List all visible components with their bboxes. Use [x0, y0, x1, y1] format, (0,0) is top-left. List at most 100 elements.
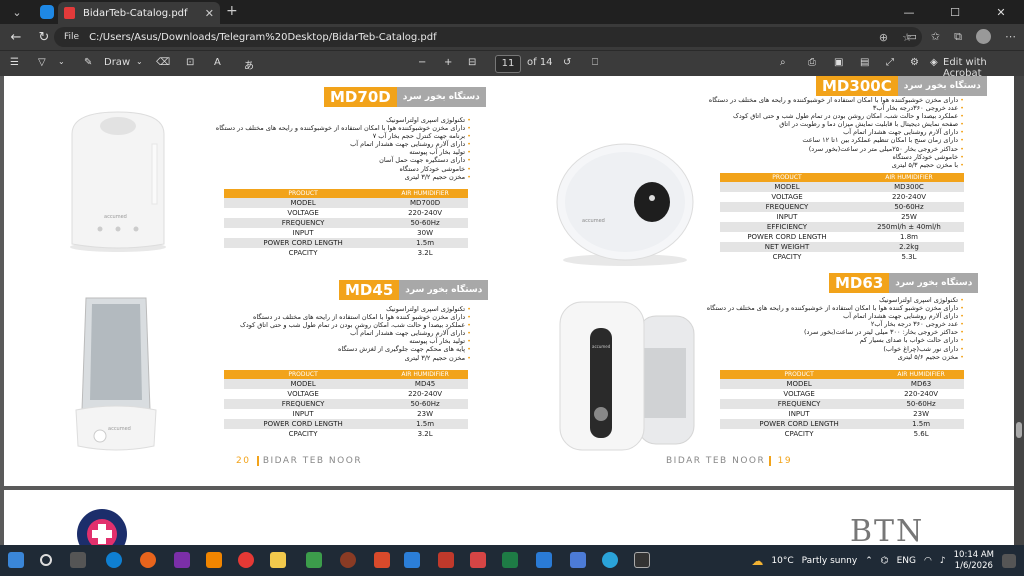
new-tab-button[interactable]: +: [226, 3, 238, 19]
close-tab-icon[interactable]: ✕: [205, 7, 214, 20]
language-indicator[interactable]: ENG: [897, 556, 916, 566]
back-icon[interactable]: ←: [4, 30, 28, 45]
close-window-button[interactable]: ✕: [978, 0, 1024, 24]
network-app-icon[interactable]: [306, 552, 322, 568]
workspaces-icon[interactable]: [40, 5, 54, 19]
spec-value: 250ml/h ± 40ml/h: [853, 222, 964, 232]
vlc-icon[interactable]: [206, 552, 222, 568]
product-title-md300c: MD300C دستگاه بخور سرد: [816, 76, 987, 96]
text-icon[interactable]: ⊡: [186, 57, 194, 68]
feature-item: دارای مخزن خوشبو کننده هوا با امکان استف…: [191, 313, 471, 321]
tab-bidarteb-catalog[interactable]: BidarTeb-Catalog.pdf ✕: [58, 2, 220, 24]
spec-key: INPUT: [776, 213, 798, 221]
feature-item: تکنولوژی اسپری اولتراسونیک: [664, 296, 964, 304]
spec-key: INPUT: [292, 410, 314, 418]
favorites-icon[interactable]: ✩: [931, 30, 940, 43]
spec-header: AIR HUMIDIFIER: [878, 370, 964, 379]
tab-title: BidarTeb-Catalog.pdf: [83, 7, 188, 19]
clock[interactable]: 10:14 AM 1/6/2026: [954, 550, 994, 572]
translate-icon[interactable]: あ: [244, 57, 254, 72]
feature-list-md300c: دارای مخزن خوشبوکننده هوا با امکان استفا…: [664, 96, 964, 169]
refresh-icon[interactable]: ↻: [32, 30, 56, 45]
spec-key: FREQUENCY: [224, 218, 383, 228]
zoom-out-icon[interactable]: −: [418, 57, 426, 68]
spec-value: 5.3L: [901, 253, 917, 261]
zoom-in-icon[interactable]: +: [444, 57, 452, 68]
highlight-icon[interactable]: ▽: [38, 57, 46, 68]
draw-icon[interactable]: ✎: [84, 57, 92, 68]
network-icon[interactable]: ⌬: [881, 556, 889, 566]
print-icon[interactable]: ⎙: [808, 57, 816, 68]
pdf-viewer[interactable]: MD70D دستگاه بخور سرد تکنولوژی اسپری اول…: [0, 76, 1024, 545]
read-aloud-icon[interactable]: A: [214, 57, 221, 68]
md45-product-image: accumed: [75, 297, 157, 451]
settings-gear-icon[interactable]: ⚙: [910, 57, 919, 68]
split-screen-icon[interactable]: ▭: [907, 30, 917, 43]
save-as-icon[interactable]: ▤: [860, 57, 869, 68]
terminal-icon[interactable]: [634, 552, 650, 568]
tab-list-chevron-icon[interactable]: ⌄: [6, 3, 28, 21]
chart-app-icon[interactable]: [570, 552, 586, 568]
spec-key: CPACITY: [288, 249, 318, 257]
tray-chevron-icon[interactable]: ⌃: [865, 556, 873, 566]
vertical-scrollbar[interactable]: [1014, 76, 1024, 545]
weather-text[interactable]: Partly sunny: [802, 556, 858, 566]
url-text: C:/Users/Asus/Downloads/Telegram%20Deskt…: [89, 31, 437, 43]
eraser-icon[interactable]: ⌫: [156, 57, 170, 68]
wifi-icon[interactable]: ◠: [924, 556, 932, 566]
feature-item: پایه های محکم جهت جلوگیری از لغزش دستگاه: [191, 345, 471, 353]
spec-key: POWER CORD LENGTH: [747, 233, 827, 241]
excel-icon[interactable]: [502, 552, 518, 568]
volume-icon[interactable]: ♪: [940, 556, 946, 566]
design-app-icon[interactable]: [374, 552, 390, 568]
scrollbar-thumb[interactable]: [1016, 422, 1022, 438]
fit-page-icon[interactable]: ⊟: [468, 57, 476, 68]
spec-key: MODEL: [224, 379, 383, 389]
product-title-md63: MD63 دستگاه بخور سرد: [829, 273, 979, 293]
address-bar-row: ← ↻ File C:/Users/Asus/Downloads/Telegra…: [0, 24, 1024, 50]
page-number-input[interactable]: 11: [495, 55, 521, 73]
draw-chevron-icon[interactable]: ⌄: [136, 57, 143, 66]
notifications-icon[interactable]: [1002, 553, 1016, 568]
task-view-icon[interactable]: [70, 552, 86, 568]
profile-avatar[interactable]: [976, 29, 991, 44]
collections-icon[interactable]: ⧉: [954, 30, 962, 44]
url-field[interactable]: File C:/Users/Asus/Downloads/Telegram%20…: [54, 27, 922, 47]
page-view-icon[interactable]: ⎕: [592, 57, 598, 68]
powerpoint-icon[interactable]: [438, 552, 454, 568]
file-explorer-icon[interactable]: [270, 552, 286, 568]
app-icon[interactable]: [340, 552, 356, 568]
spec-value: 220-240V: [408, 390, 443, 398]
highlight-chevron-icon[interactable]: ⌄: [58, 57, 65, 66]
start-windows-icon[interactable]: [8, 552, 24, 568]
zoom-icon[interactable]: ⊕: [879, 31, 888, 44]
save-icon[interactable]: ▣: [834, 57, 843, 68]
contents-icon[interactable]: ☰: [10, 57, 19, 68]
spec-value: 50-60Hz: [382, 399, 468, 409]
feature-item: عملکرد بیصدا و حالت شب، امکان روشن بودن …: [664, 112, 964, 120]
firefox-icon[interactable]: [140, 552, 156, 568]
system-tray: ☁ 10°C Partly sunny ⌃ ⌬ ENG ◠ ♪ 10:14 AM…: [751, 545, 1016, 576]
more-menu-icon[interactable]: ⋯: [1005, 30, 1016, 43]
search-icon[interactable]: ⌕: [780, 57, 786, 68]
feature-item: حداکثر خروجی بخار: ۳۰۰ میلی لیتر در ساعت…: [664, 328, 964, 336]
app-icon[interactable]: [470, 552, 486, 568]
app-icon[interactable]: [404, 552, 420, 568]
edge-icon[interactable]: [106, 552, 122, 568]
feature-item: دارای زمان سنج با امکان تنظیم عملکرد بین…: [664, 136, 964, 144]
weather-temp[interactable]: 10°C: [771, 556, 793, 566]
vscode-icon[interactable]: [536, 552, 552, 568]
telegram-icon[interactable]: [602, 552, 618, 568]
rotate-icon[interactable]: ↺: [563, 57, 571, 68]
media-app-icon[interactable]: [174, 552, 190, 568]
draw-button[interactable]: Draw: [104, 57, 130, 68]
spec-value: 50-60Hz: [853, 202, 964, 212]
fullscreen-icon[interactable]: ⤢: [886, 57, 894, 68]
chrome-icon[interactable]: [238, 552, 254, 568]
minimize-button[interactable]: —: [886, 0, 932, 24]
search-icon[interactable]: [40, 554, 52, 566]
spec-key: MODEL: [720, 182, 854, 192]
maximize-button[interactable]: ☐: [932, 0, 978, 24]
md70d-product-image: accumed: [70, 111, 166, 252]
feature-item: با مخزن حجیم ۵/۳ لیتری: [664, 161, 964, 169]
